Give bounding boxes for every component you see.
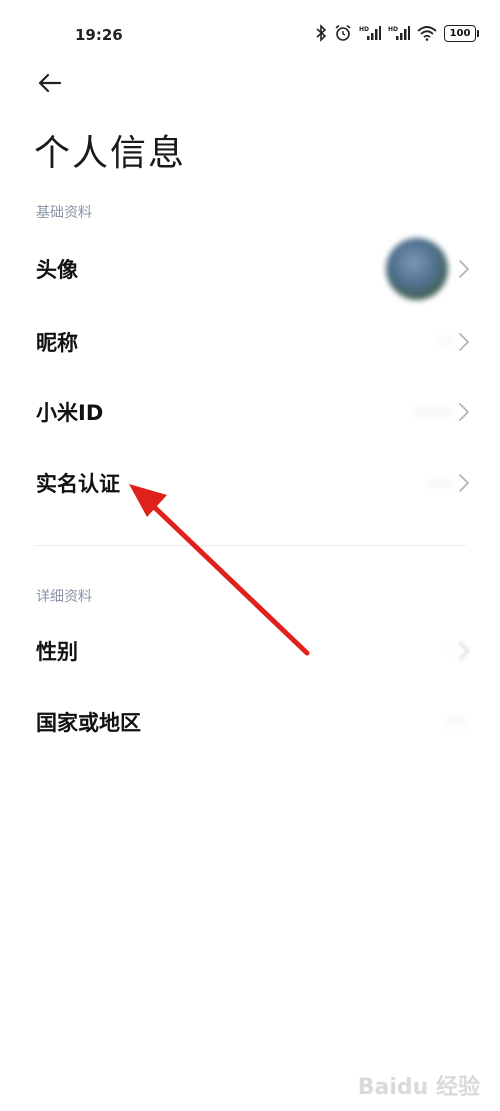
- status-time: 19:26: [75, 26, 123, 44]
- chevron-right-icon: [459, 403, 469, 421]
- status-icons: HD HD 100: [315, 24, 479, 42]
- row-real-name-verification[interactable]: 实名认证 ·····: [0, 451, 500, 515]
- row-value: ·····: [428, 474, 452, 492]
- svg-text:HD: HD: [388, 26, 398, 33]
- row-nickname[interactable]: 昵称 ···: [0, 310, 500, 374]
- row-label: 性别: [36, 640, 78, 664]
- row-value: ·: [447, 642, 452, 660]
- watermark: Baidu 经验: [357, 1075, 480, 1100]
- svg-text:HD: HD: [359, 26, 369, 33]
- chevron-right-icon: [459, 260, 469, 278]
- back-button[interactable]: [34, 66, 68, 100]
- avatar: [386, 238, 448, 300]
- row-label: 头像: [36, 258, 78, 282]
- chevron-right-icon: [459, 474, 469, 492]
- section-divider: [34, 545, 466, 546]
- row-value: ···: [437, 333, 452, 351]
- page-title: 个人信息: [34, 133, 187, 174]
- wifi-icon: [417, 26, 437, 41]
- bluetooth-icon: [316, 24, 327, 42]
- row-country-region[interactable]: 国家或地区 ·····: [0, 690, 500, 754]
- status-bar: 19:26 HD HD 100: [0, 0, 500, 72]
- hd-signal-icon: HD: [388, 26, 410, 40]
- section-label-basic: 基础资料: [36, 205, 92, 221]
- hd-signal-icon: HD: [359, 26, 381, 40]
- row-avatar[interactable]: 头像: [0, 237, 500, 301]
- chevron-right-icon: [459, 333, 469, 351]
- section-label-detail: 详细资料: [36, 589, 92, 605]
- row-value: ·····: [444, 713, 468, 731]
- row-label: 国家或地区: [36, 711, 141, 735]
- battery-icon: 100: [444, 24, 479, 42]
- row-label: 小米ID: [36, 401, 104, 425]
- row-value: ········: [413, 403, 452, 421]
- row-label: 昵称: [36, 331, 78, 355]
- row-xiaomi-id[interactable]: 小米ID ········: [0, 380, 500, 444]
- back-arrow-icon: [38, 73, 62, 93]
- alarm-icon: [335, 24, 351, 41]
- row-gender[interactable]: 性别 ·: [0, 619, 500, 683]
- chevron-right-icon: [459, 642, 469, 660]
- row-label: 实名认证: [36, 472, 120, 496]
